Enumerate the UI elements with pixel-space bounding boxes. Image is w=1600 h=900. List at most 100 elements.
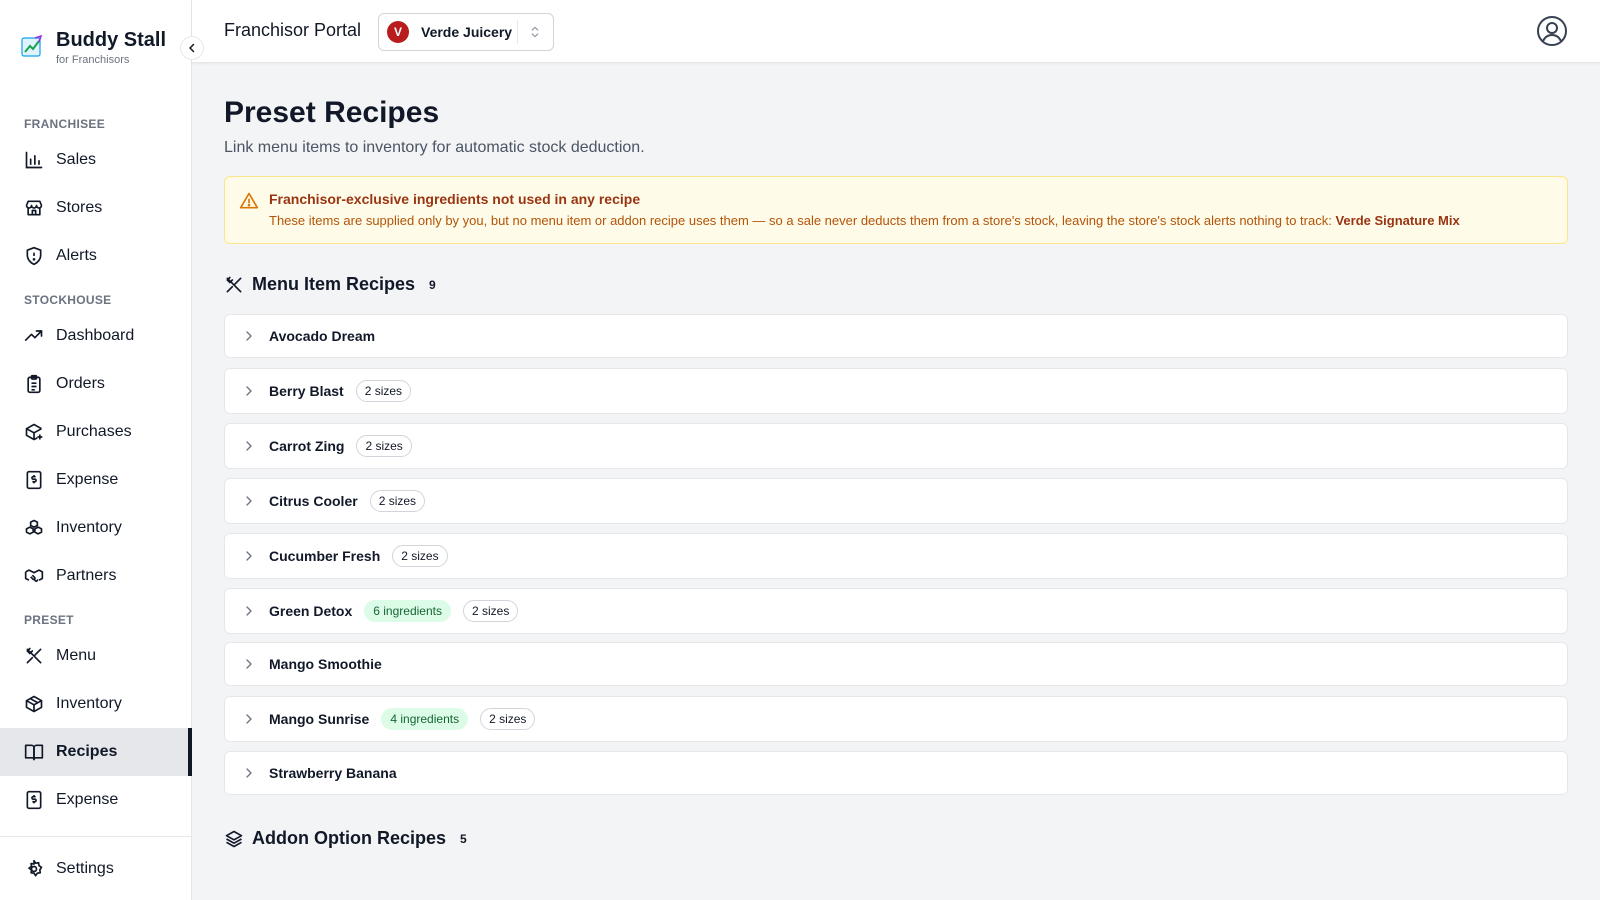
sidebar-item-partners[interactable]: Partners (0, 552, 192, 600)
recipe-name: Avocado Dream (269, 328, 376, 344)
section-title: Addon Option Recipes (252, 828, 447, 848)
addon-option-recipes-header: Addon Option Recipes 5 (224, 828, 467, 849)
store-switcher[interactable]: V Verde Juicery (378, 13, 554, 51)
sidebar-item-label: Recipes (56, 743, 118, 760)
chevron-up-down-icon (531, 26, 539, 38)
recipe-name: Mango Sunrise (269, 711, 370, 727)
package-icon (25, 695, 43, 713)
brand[interactable]: Buddy Stall for Franchisors (20, 28, 166, 68)
store-switcher-divider (517, 20, 518, 44)
sizes-badge: 2 sizes (356, 435, 412, 457)
sidebar-item-menu[interactable]: Menu (0, 632, 192, 680)
sidebar-item-purchases[interactable]: Purchases (0, 408, 192, 456)
gear-icon (28, 859, 43, 877)
sidebar-item-preset-inventory[interactable]: Inventory (0, 680, 192, 728)
sidebar-item-orders[interactable]: Orders (0, 360, 192, 408)
sidebar-divider (0, 836, 192, 837)
portal-title: Franchisor Portal (224, 20, 362, 40)
trending-up-icon (24, 330, 43, 341)
recipe-row[interactable]: Mango Sunrise 4 ingredients 2 sizes (224, 696, 1568, 742)
ingredients-badge: 6 ingredients (364, 600, 451, 622)
recipe-name: Carrot Zing (269, 438, 345, 454)
recipe-name: Berry Blast (269, 383, 344, 399)
section-count: 5 (460, 831, 467, 846)
recipe-name: Green Detox (269, 603, 353, 619)
recipe-row[interactable]: Cucumber Fresh 2 sizes (224, 533, 1568, 579)
store-icon (25, 200, 43, 216)
sizes-badge: 2 sizes (392, 545, 448, 567)
sidebar-item-label: Stores (56, 199, 103, 216)
sidebar-item-label: Partners (56, 567, 117, 584)
sidebar-item-stores[interactable]: Stores (0, 184, 192, 232)
sidebar-item-label: Orders (56, 375, 105, 392)
ingredients-badge: 4 ingredients (381, 708, 469, 730)
utensils-icon (26, 647, 42, 664)
page-subtitle: Link menu items to inventory for automat… (224, 139, 645, 156)
user-account-icon[interactable] (1536, 15, 1568, 47)
warning-triangle-icon (239, 192, 259, 209)
chevron-right-icon (246, 606, 252, 616)
store-name: Verde Juicery (421, 24, 513, 40)
sidebar-item-label: Dashboard (56, 327, 135, 344)
sidebar-collapse-button[interactable] (180, 36, 204, 60)
sizes-badge: 2 sizes (355, 380, 412, 402)
recipe-name: Cucumber Fresh (269, 548, 381, 564)
chevron-right-icon (246, 441, 252, 451)
brand-name: Buddy Stall (56, 29, 167, 51)
recipe-row[interactable]: Mango Smoothie (224, 642, 1568, 686)
warning-body: These items are supplied only by you, bu… (269, 213, 1460, 228)
recipe-row[interactable]: Citrus Cooler 2 sizes (224, 478, 1568, 524)
sidebar-item-label: Purchases (56, 423, 132, 440)
section-title: Menu Item Recipes (252, 274, 416, 294)
unused-ingredients-warning: Franchisor-exclusive ingredients not use… (224, 176, 1568, 244)
nav-section-stockhouse: STOCKHOUSE (24, 293, 112, 307)
chevron-right-icon (246, 331, 252, 341)
recipe-row[interactable]: Avocado Dream (224, 314, 1568, 358)
brand-logo-icon (21, 34, 43, 57)
chevron-right-icon (246, 659, 252, 669)
sidebar-item-settings[interactable]: Settings (0, 845, 192, 893)
warning-highlight-item: Verde Signature Mix (1335, 213, 1460, 228)
recipe-name: Strawberry Banana (269, 765, 397, 781)
recipe-row[interactable]: Strawberry Banana (224, 751, 1568, 795)
utensils-icon (226, 276, 242, 292)
sidebar-item-alerts[interactable]: Alerts (0, 232, 192, 280)
sidebar-item-dashboard[interactable]: Dashboard (0, 312, 192, 360)
sizes-badge: 2 sizes (369, 490, 426, 512)
recipe-row[interactable]: Carrot Zing 2 sizes (224, 423, 1568, 469)
sidebar-item-label: Menu (56, 647, 97, 664)
sidebar-item-label: Settings (56, 860, 114, 877)
warning-body-text: These items are supplied only by you, bu… (269, 213, 1336, 228)
clipboard-icon (27, 374, 41, 394)
sidebar-item-label: Sales (56, 151, 97, 168)
sidebar-item-expense[interactable]: Expense (0, 456, 192, 504)
sidebar-item-inventory[interactable]: Inventory (0, 504, 192, 552)
receipt-icon (26, 470, 42, 490)
section-count: 9 (429, 277, 436, 292)
page-title: Preset Recipes (224, 96, 440, 129)
sidebar-item-preset-expense[interactable]: Expense (0, 776, 192, 824)
receipt-icon (26, 790, 42, 810)
sidebar-item-sales[interactable]: Sales (0, 136, 192, 184)
sidebar: Buddy Stall for Franchisors FRANCHISEE S… (0, 0, 192, 900)
recipe-name: Mango Smoothie (269, 656, 382, 672)
chevron-right-icon (246, 714, 252, 724)
sidebar-item-label: Expense (56, 791, 119, 808)
sidebar-item-recipes[interactable]: Recipes (0, 728, 192, 776)
nav-section-franchisee: FRANCHISEE (24, 117, 106, 131)
layers-icon (225, 830, 243, 847)
recipe-row[interactable]: Berry Blast 2 sizes (224, 368, 1568, 414)
package-plus-icon (25, 423, 43, 441)
boxes-icon (25, 519, 43, 535)
sizes-badge: 2 sizes (480, 708, 536, 730)
sidebar-item-label: Inventory (56, 695, 122, 712)
chevron-left-icon (189, 43, 195, 53)
store-avatar: V (387, 21, 409, 43)
menu-item-recipes-header: Menu Item Recipes 9 (224, 274, 436, 295)
recipe-name: Citrus Cooler (269, 493, 358, 509)
recipe-row[interactable]: Green Detox 6 ingredients 2 sizes (224, 588, 1568, 634)
chevron-right-icon (246, 551, 252, 561)
chevron-right-icon (246, 768, 252, 778)
shield-icon (26, 246, 42, 266)
book-open-icon (24, 744, 44, 761)
